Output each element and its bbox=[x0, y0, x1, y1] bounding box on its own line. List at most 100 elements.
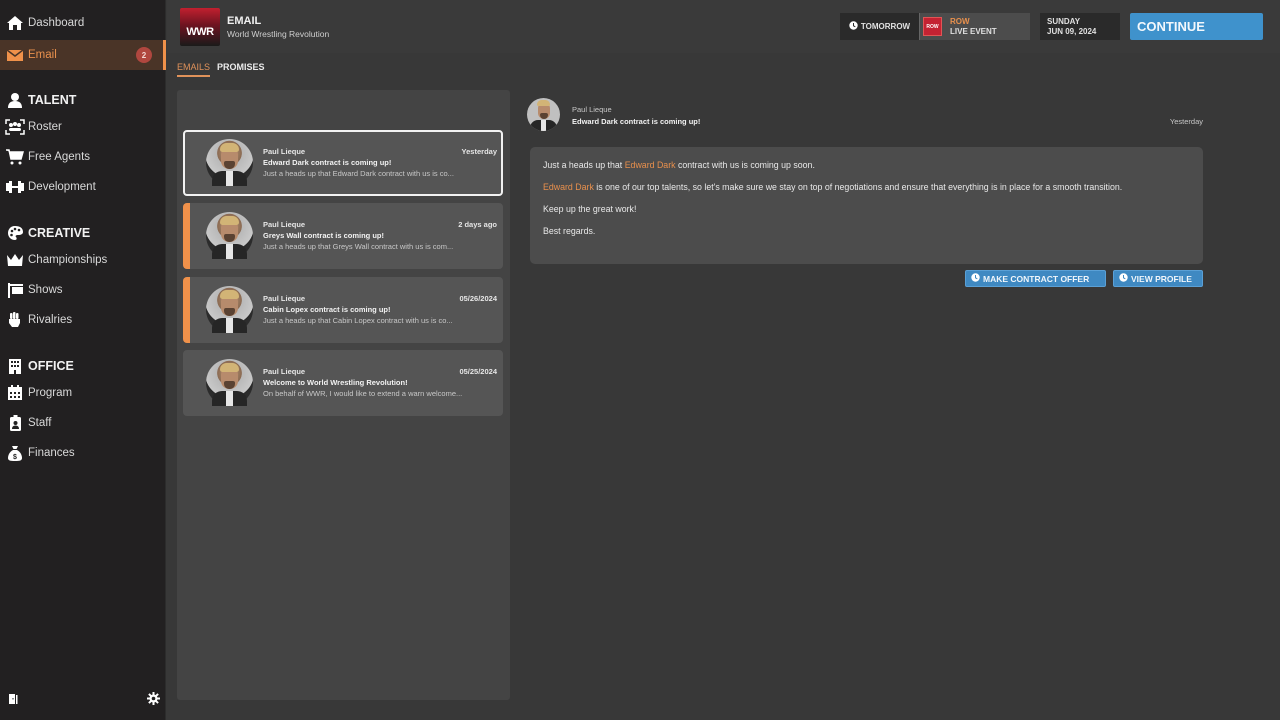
email-list-item[interactable]: Paul Lieque 05/25/2024 Welcome to World … bbox=[183, 350, 503, 416]
upcoming-event[interactable]: ROW ROW LIVE EVENT bbox=[920, 13, 1030, 40]
calendar-icon bbox=[5, 384, 25, 402]
talent-link[interactable]: Edward Dark bbox=[543, 182, 594, 192]
email-date: 05/26/2024 bbox=[459, 294, 497, 303]
unread-count-badge: 2 bbox=[136, 47, 152, 63]
body-paragraph: Keep up the great work! bbox=[543, 204, 637, 214]
logo-text: WWR bbox=[186, 26, 214, 38]
email-sender: Paul Lieque bbox=[263, 294, 306, 303]
email-list-item[interactable]: Paul Lieque Yesterday Edward Dark contra… bbox=[183, 130, 503, 196]
sender-avatar bbox=[206, 359, 253, 406]
sign-icon bbox=[5, 281, 25, 299]
sidebar-item-staff[interactable]: Staff bbox=[0, 408, 166, 438]
body-paragraph: Just a heads up that Edward Dark contrac… bbox=[543, 160, 815, 170]
email-preview: Just a heads up that Greys Wall contract… bbox=[263, 242, 454, 251]
sidebar-item-label: Roster bbox=[28, 121, 62, 133]
sidebar-item-finances[interactable]: $ Finances bbox=[0, 438, 166, 468]
sidebar-item-free-agents[interactable]: Free Agents bbox=[0, 142, 166, 172]
sidebar-item-roster[interactable]: Roster bbox=[0, 112, 166, 142]
building-icon bbox=[5, 357, 25, 375]
clock-icon bbox=[849, 21, 858, 32]
sender-avatar bbox=[206, 139, 253, 186]
sidebar-item-dashboard[interactable]: Dashboard bbox=[0, 8, 166, 38]
clock-icon bbox=[971, 273, 980, 284]
detail-sender-avatar bbox=[527, 98, 560, 131]
section-title: TALENT bbox=[28, 93, 77, 107]
section-title: CREATIVE bbox=[28, 226, 91, 240]
view-profile-button[interactable]: VIEW PROFILE bbox=[1113, 270, 1203, 287]
event-brand: ROW bbox=[950, 16, 970, 26]
make-contract-offer-button[interactable]: MAKE CONTRACT OFFER bbox=[965, 270, 1106, 287]
email-preview: Just a heads up that Cabin Lopex contrac… bbox=[263, 316, 453, 325]
svg-text:$: $ bbox=[13, 454, 17, 461]
sidebar-item-championships[interactable]: Championships bbox=[0, 245, 166, 275]
id-badge-icon bbox=[5, 414, 25, 432]
gear-icon[interactable] bbox=[147, 692, 160, 710]
home-icon bbox=[5, 14, 25, 32]
sidebar-item-label: Staff bbox=[28, 417, 52, 429]
email-subject: Greys Wall contract is coming up! bbox=[263, 231, 384, 240]
sidebar-item-label: Championships bbox=[28, 254, 108, 266]
sidebar-item-label: Free Agents bbox=[28, 151, 91, 163]
sender-avatar bbox=[206, 212, 253, 259]
sidebar-item-development[interactable]: Development bbox=[0, 172, 166, 202]
promotion-logo: WWR bbox=[180, 8, 220, 46]
email-subject: Edward Dark contract is coming up! bbox=[263, 158, 392, 167]
email-date: Yesterday bbox=[461, 147, 497, 156]
email-preview: Just a heads up that Edward Dark contrac… bbox=[263, 169, 454, 178]
body-paragraph: Edward Dark is one of our top talents, s… bbox=[543, 182, 1123, 192]
dumbbell-icon bbox=[5, 178, 25, 196]
crown-icon bbox=[5, 251, 25, 269]
email-list-item[interactable]: Paul Lieque 05/26/2024 Cabin Lopex contr… bbox=[183, 277, 503, 343]
sidebar-item-program[interactable]: Program bbox=[0, 378, 166, 408]
section-header-talent: TALENT bbox=[0, 89, 166, 111]
sidebar-item-label: Shows bbox=[28, 284, 63, 296]
sidebar-item-label: Finances bbox=[28, 447, 75, 459]
email-date: 2 days ago bbox=[458, 220, 497, 229]
section-title: OFFICE bbox=[28, 359, 74, 373]
email-list: Paul Lieque Yesterday Edward Dark contra… bbox=[177, 90, 510, 700]
email-sender: Paul Lieque bbox=[263, 220, 306, 229]
page-title: EMAIL bbox=[227, 15, 262, 27]
sidebar: Dashboard Email 2 TALENT Roster Free Age… bbox=[0, 0, 166, 720]
email-sender: Paul Lieque bbox=[263, 367, 306, 376]
email-subject: Cabin Lopex contract is coming up! bbox=[263, 305, 391, 314]
talent-link[interactable]: Edward Dark bbox=[625, 160, 676, 170]
sidebar-item-rivalries[interactable]: Rivalries bbox=[0, 305, 166, 335]
button-label: MAKE CONTRACT OFFER bbox=[983, 273, 1090, 284]
email-sender: Paul Lieque bbox=[263, 147, 306, 156]
clock-icon bbox=[1119, 273, 1128, 284]
email-subject: Welcome to World Wrestling Revolution! bbox=[263, 378, 408, 387]
email-date: 05/25/2024 bbox=[459, 367, 497, 376]
continue-button[interactable]: CONTINUE bbox=[1130, 13, 1263, 40]
tomorrow-indicator: TOMORROW bbox=[840, 13, 920, 40]
tomorrow-label: TOMORROW bbox=[860, 22, 911, 31]
date-day: SUNDAY bbox=[1047, 17, 1081, 26]
event-type: LIVE EVENT bbox=[950, 26, 997, 36]
envelope-icon bbox=[5, 46, 25, 64]
sidebar-item-label: Rivalries bbox=[28, 314, 73, 326]
tab-promises[interactable]: PROMISES bbox=[217, 62, 265, 77]
page-subtitle: World Wrestling Revolution bbox=[227, 29, 330, 39]
tab-emails[interactable]: EMAILS bbox=[177, 62, 211, 77]
sidebar-item-label: Dashboard bbox=[28, 17, 85, 29]
sidebar-item-email[interactable]: Email 2 bbox=[0, 40, 166, 70]
section-header-creative: CREATIVE bbox=[0, 222, 166, 244]
person-icon bbox=[5, 91, 25, 109]
top-bar: WWR EMAIL World Wrestling Revolution TOM… bbox=[167, 0, 1280, 53]
sidebar-item-label: Email bbox=[28, 49, 57, 61]
body-paragraph: Best regards. bbox=[543, 226, 596, 236]
palette-icon bbox=[5, 224, 25, 242]
sidebar-item-shows[interactable]: Shows bbox=[0, 275, 166, 305]
sidebar-item-label: Development bbox=[28, 181, 96, 193]
sidebar-item-label: Program bbox=[28, 387, 73, 399]
group-icon bbox=[5, 118, 25, 136]
event-logo: ROW bbox=[923, 17, 942, 36]
money-bag-icon: $ bbox=[5, 444, 25, 462]
email-list-item[interactable]: Paul Lieque 2 days ago Greys Wall contra… bbox=[183, 203, 503, 269]
exit-door-icon[interactable] bbox=[8, 692, 20, 710]
button-label: VIEW PROFILE bbox=[1131, 273, 1192, 284]
sender-avatar bbox=[206, 286, 253, 333]
email-tabs: EMAILS PROMISES bbox=[177, 62, 265, 77]
detail-subject: Edward Dark contract is coming up! bbox=[572, 117, 701, 126]
email-preview: On behalf of WWR, I would like to extend… bbox=[263, 389, 463, 398]
